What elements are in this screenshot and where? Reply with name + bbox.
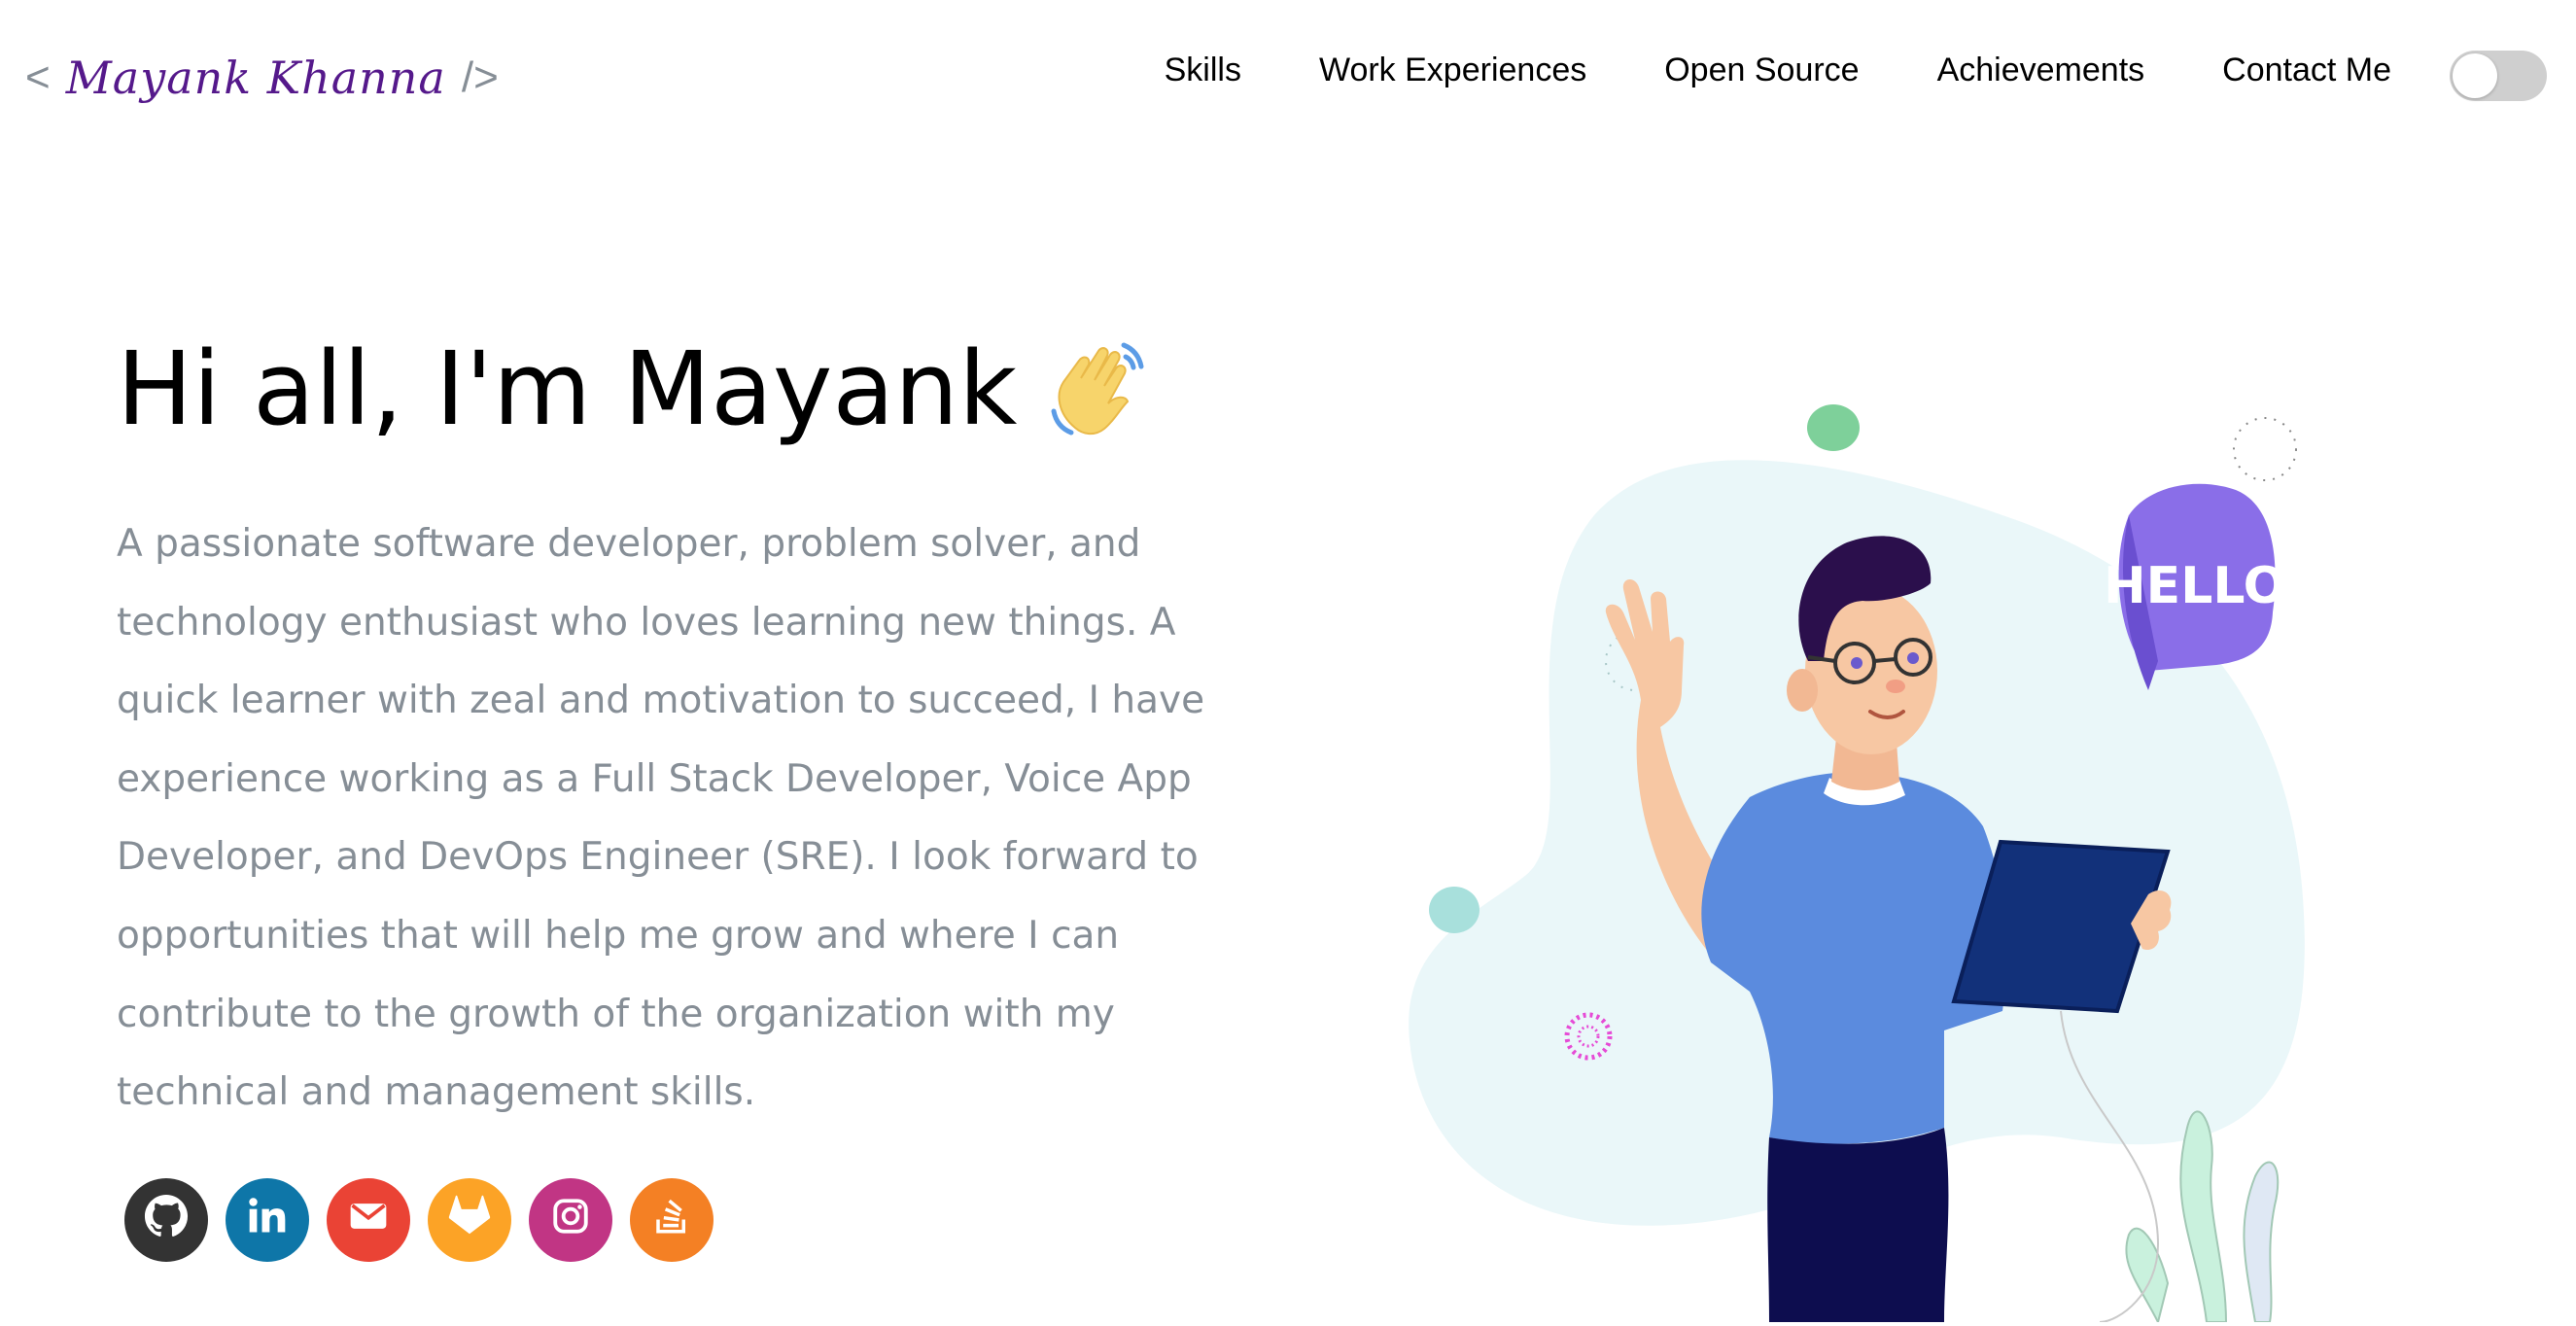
greeting-section: Hi all, I'm Mayank A passionate software… [117, 321, 1264, 1170]
site-header: < Mayank Khanna /> Skills Work Experienc… [0, 0, 2576, 146]
email-link[interactable] [327, 1178, 410, 1262]
nav-link-open-source[interactable]: Open Source [1664, 52, 1859, 89]
nav-link-contact-me[interactable]: Contact Me [2222, 52, 2391, 89]
person-pants [1767, 1128, 1949, 1322]
mail-icon [347, 1195, 390, 1246]
github-link[interactable] [124, 1178, 208, 1262]
dotted-circle [2233, 417, 2297, 481]
speech-bubble-text: HELLO [2104, 557, 2286, 615]
github-icon [144, 1194, 189, 1247]
logo[interactable]: < Mayank Khanna /> [25, 29, 499, 126]
toggle-knob [2453, 53, 2497, 98]
hero-illustration: HELLO [1380, 369, 2479, 1325]
greeting-subtitle: A passionate software developer, problem… [117, 522, 1205, 1115]
instagram-icon [550, 1196, 591, 1245]
teal-dot [1429, 887, 1479, 933]
theme-toggle[interactable] [2450, 51, 2547, 101]
stackoverflow-icon [651, 1196, 692, 1245]
logo-close-bracket: /> [461, 53, 499, 101]
gitlab-link[interactable] [428, 1178, 511, 1262]
logo-name: Mayank Khanna [65, 52, 446, 104]
nav-link-skills[interactable]: Skills [1165, 52, 1241, 89]
person-ear [1787, 669, 1818, 712]
gitlab-icon [447, 1194, 492, 1247]
greeting-title-text: Hi all, I'm Mayank [117, 330, 1018, 448]
instagram-link[interactable] [529, 1178, 612, 1262]
developer-illustration: HELLO [1409, 404, 2305, 1325]
stackoverflow-link[interactable] [630, 1178, 714, 1262]
linkedin-link[interactable] [226, 1178, 309, 1262]
greeting-title: Hi all, I'm Mayank [117, 321, 1264, 457]
linkedin-icon [246, 1195, 289, 1246]
person-nose [1886, 680, 1905, 693]
main-nav: Skills Work Experiences Open Source Achi… [1165, 39, 2391, 101]
logo-open-bracket: < [25, 53, 51, 101]
green-dot [1807, 404, 1860, 451]
social-media-links [124, 1178, 731, 1262]
nav-link-achievements[interactable]: Achievements [1937, 52, 2145, 89]
waving-hand-icon [1046, 335, 1153, 442]
nav-link-work-experiences[interactable]: Work Experiences [1319, 52, 1586, 89]
